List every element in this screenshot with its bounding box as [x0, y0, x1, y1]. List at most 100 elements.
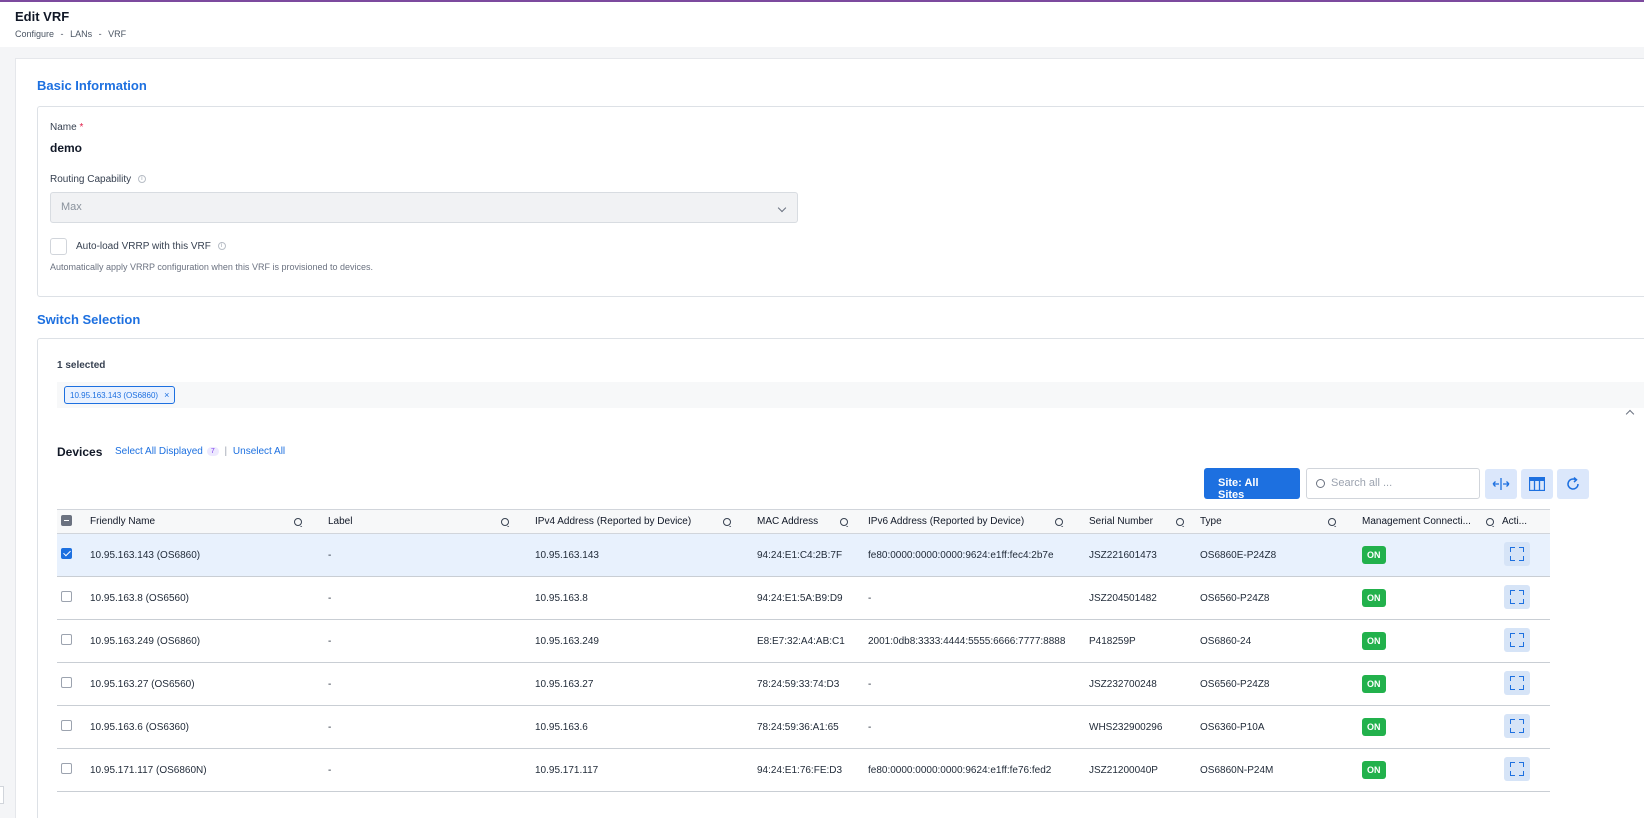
expand-icon-corner — [1510, 589, 1515, 595]
search-icon[interactable] — [723, 518, 731, 526]
expand-icon-corner — [1510, 718, 1515, 724]
cell-mac: 78:24:59:33:74:D3 — [745, 662, 856, 706]
breadcrumb-item-configure[interactable]: Configure — [15, 29, 54, 39]
row-checkbox[interactable] — [61, 634, 72, 645]
cell-type: OS6560-P24Z8 — [1188, 662, 1350, 706]
site-filter-button[interactable]: Site: All Sites — [1204, 468, 1300, 501]
cell-serial: JSZ21200040P — [1077, 748, 1188, 792]
breadcrumb-item-vrf[interactable]: VRF — [108, 29, 126, 39]
refresh-icon[interactable] — [1557, 469, 1589, 499]
routing-capability-select[interactable]: Max — [50, 192, 798, 223]
cell-friendly-name: 10.95.163.249 (OS6860) — [78, 619, 316, 663]
column-header-label: Acti... — [1502, 516, 1528, 527]
table-row[interactable]: 10.95.163.143 (OS6860) -10.95.163.143 94:2… — [57, 533, 1550, 577]
search-icon[interactable] — [840, 518, 848, 526]
side-panel-handle[interactable] — [0, 786, 4, 804]
column-header-label: MAC Address — [757, 516, 819, 527]
table-row[interactable]: 10.95.163.249 (OS6860) -10.95.163.249 E8:E… — [57, 619, 1550, 663]
expand-icon[interactable] — [1504, 713, 1530, 738]
status-badge: ON — [1362, 632, 1386, 650]
table-row[interactable]: 10.95.163.27 (OS6560) -10.95.163.27 78:24:… — [57, 662, 1550, 706]
expand-icon-corner — [1510, 555, 1515, 561]
expand-icon-corner — [1519, 589, 1524, 595]
column-header-label[interactable]: Label — [316, 509, 523, 534]
column-header-mac[interactable]: MAC Address — [745, 509, 856, 534]
search-input[interactable]: Search all ... — [1306, 468, 1480, 499]
cell-ipv4: 10.95.163.6 — [523, 705, 745, 749]
unselect-all-link[interactable]: Unselect All — [233, 446, 285, 457]
expand-icon-corner — [1519, 761, 1524, 767]
row-checkbox[interactable] — [61, 591, 72, 602]
search-icon[interactable] — [501, 518, 509, 526]
cell-actions — [1498, 748, 1550, 792]
name-label: Name * — [50, 122, 83, 133]
breadcrumb-item-lans[interactable]: LANs — [70, 29, 92, 39]
search-icon[interactable] — [1328, 518, 1336, 526]
cell-serial: WHS232900296 — [1077, 705, 1188, 749]
selected-chips-area: 10.95.163.143 (OS6860) × — [57, 382, 1644, 408]
table-row[interactable]: 10.95.163.6 (OS6360) -10.95.163.6 78:24:59… — [57, 705, 1550, 749]
cell-serial: JSZ204501482 — [1077, 576, 1188, 620]
search-icon — [1316, 479, 1325, 488]
expand-icon-corner — [1510, 546, 1515, 552]
expand-icon-corner — [1510, 632, 1515, 638]
chevron-down-icon — [777, 203, 787, 213]
search-icon[interactable] — [1176, 518, 1184, 526]
cell-friendly-name: 10.95.163.8 (OS6560) — [78, 576, 316, 620]
cell-label: - — [316, 662, 523, 706]
column-header-actions[interactable]: Acti... — [1498, 509, 1550, 534]
expand-icon-corner — [1510, 727, 1515, 733]
cell-ipv6: - — [856, 576, 1077, 620]
cell-management-connection: ON — [1350, 533, 1498, 577]
header-select-all-checkbox[interactable] — [61, 514, 72, 526]
name-value[interactable]: demo — [50, 141, 82, 155]
selected-device-chip[interactable]: 10.95.163.143 (OS6860) × — [64, 386, 176, 404]
cell-ipv6: - — [856, 662, 1077, 706]
column-header-serial[interactable]: Serial Number — [1077, 509, 1188, 534]
column-resize-icon[interactable] — [1485, 469, 1517, 499]
expand-icon-corner — [1519, 598, 1524, 604]
column-header-management-connection[interactable]: Management Connecti... — [1350, 509, 1498, 534]
row-checkbox-cell — [57, 662, 78, 706]
breadcrumb-separator: - — [60, 29, 64, 39]
expand-icon-corner — [1519, 632, 1524, 638]
expand-icon[interactable] — [1504, 541, 1530, 566]
cell-friendly-name: 10.95.163.143 (OS6860) — [78, 533, 316, 577]
name-label-text: Name — [50, 122, 77, 133]
cell-management-connection: ON — [1350, 619, 1498, 663]
search-icon[interactable] — [1055, 518, 1063, 526]
expand-icon-corner — [1519, 641, 1524, 647]
expand-icon[interactable] — [1504, 670, 1530, 695]
select-all-displayed-link[interactable]: Select All Displayed — [115, 446, 203, 457]
row-checkbox[interactable] — [61, 763, 72, 774]
cell-friendly-name: 10.95.163.27 (OS6560) — [78, 662, 316, 706]
search-icon[interactable] — [294, 518, 302, 526]
cell-management-connection: ON — [1350, 705, 1498, 749]
cell-friendly-name: 10.95.171.117 (OS6860N) — [78, 748, 316, 792]
column-header-ipv6[interactable]: IPv6 Address (Reported by Device) — [856, 509, 1077, 534]
expand-icon[interactable] — [1504, 627, 1530, 652]
displayed-count-badge: 7 — [206, 446, 219, 456]
column-header-friendly-name[interactable]: Friendly Name — [78, 509, 316, 534]
collapse-chevron-up-icon[interactable] — [1625, 409, 1635, 419]
column-header-ipv4[interactable]: IPv4 Address (Reported by Device) — [523, 509, 745, 534]
expand-icon[interactable] — [1504, 756, 1530, 781]
row-checkbox[interactable] — [61, 677, 72, 688]
cell-type: OS6560-P24Z8 — [1188, 576, 1350, 620]
table-row[interactable]: 10.95.163.8 (OS6560) -10.95.163.8 94:24:E1… — [57, 576, 1550, 620]
vrrp-checkbox[interactable] — [50, 238, 67, 255]
routing-capability-label: Routing Capability i — [50, 174, 146, 185]
vrrp-hint: Automatically apply VRRP configuration w… — [50, 262, 373, 272]
column-header-type[interactable]: Type — [1188, 509, 1350, 534]
cell-management-connection: ON — [1350, 576, 1498, 620]
expand-icon-corner — [1519, 727, 1524, 733]
table-row[interactable]: 10.95.171.117 (OS6860N) -10.95.171.117 94:… — [57, 748, 1550, 792]
devices-title: Devices — [57, 445, 103, 459]
chip-remove-icon[interactable]: × — [164, 390, 169, 400]
table-layout-icon[interactable] — [1521, 469, 1553, 499]
search-icon[interactable] — [1486, 518, 1494, 526]
column-header-label: IPv4 Address (Reported by Device) — [535, 516, 692, 527]
expand-icon[interactable] — [1504, 584, 1530, 609]
row-checkbox[interactable] — [61, 720, 72, 731]
row-checkbox[interactable] — [61, 548, 72, 559]
